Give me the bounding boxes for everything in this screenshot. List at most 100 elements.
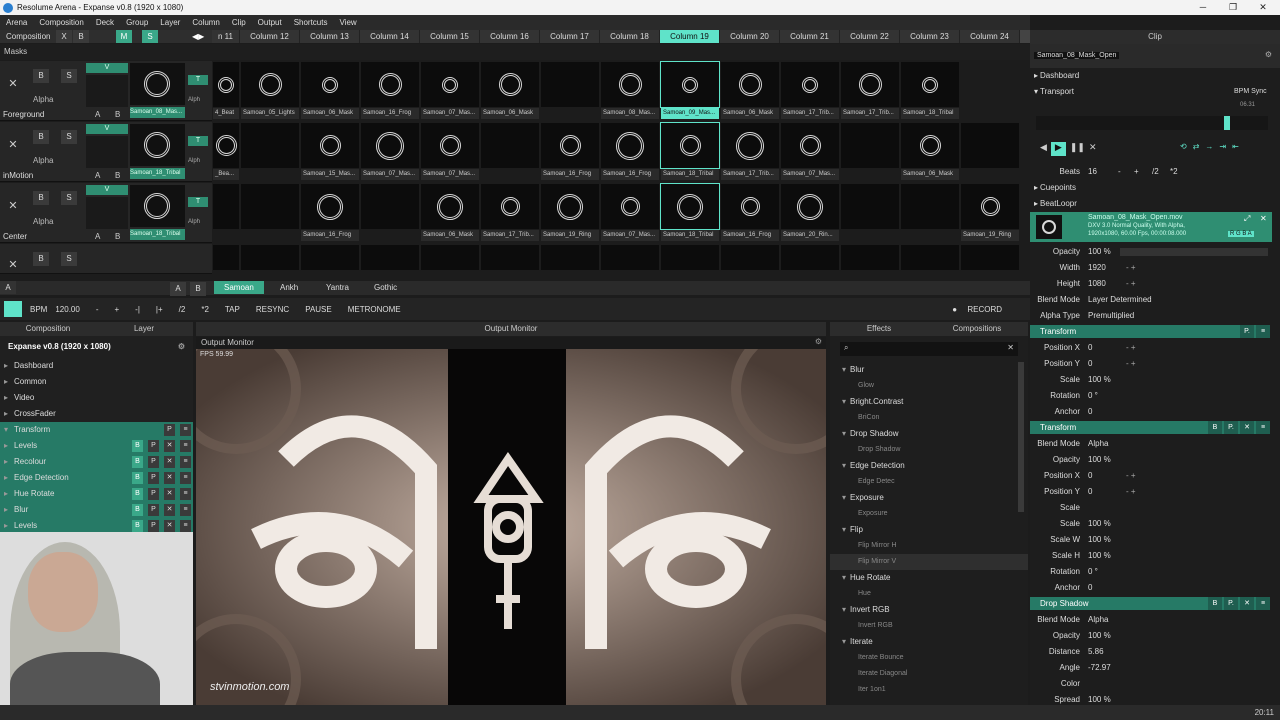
transform2-prop-value[interactable]: Alpha [1088, 436, 1108, 452]
clip-thumbnail[interactable] [901, 184, 959, 229]
layer-clear-button[interactable]: ✕ [4, 256, 22, 274]
layer-solo-button[interactable]: S [61, 69, 77, 83]
item-menu-icon[interactable]: ≡ [180, 456, 191, 468]
menu-view[interactable]: View [333, 18, 362, 27]
expand-arrow-icon[interactable]: ▸ [4, 406, 8, 422]
clip-thumbnail[interactable] [213, 245, 239, 270]
composition-clear-button[interactable]: X [56, 30, 72, 43]
clip-dashboard-row[interactable]: ▸ Dashboard [1030, 68, 1280, 84]
section-x-button[interactable]: ✕ [1240, 597, 1254, 610]
menu-arena[interactable]: Arena [0, 18, 33, 27]
layer-clear-button[interactable]: ✕ [4, 197, 22, 215]
column-header[interactable]: Column 20 [720, 30, 780, 43]
bpm-minus-button[interactable]: - [88, 305, 107, 314]
item-bypass-button[interactable]: B [132, 472, 143, 484]
deck-tab-ankh[interactable]: Ankh [270, 281, 308, 294]
effect-item[interactable]: Glow [830, 378, 1028, 394]
pause-icon[interactable]: ❚❚ [1070, 142, 1085, 156]
layer-opacity-fader[interactable] [86, 197, 128, 229]
item-preset-button[interactable]: P [148, 456, 159, 468]
item-remove-button[interactable]: ✕ [164, 488, 175, 500]
layer-b-button[interactable]: B [115, 110, 120, 119]
composition-item[interactable]: ▸ Video [0, 390, 193, 406]
clip-thumbnail[interactable] [241, 62, 299, 107]
clip-thumbnail[interactable] [421, 62, 479, 107]
composition-item[interactable]: ▸ Levels B P ✕ ≡ [0, 438, 193, 454]
bpm-half-button[interactable]: /2 [171, 305, 194, 314]
column-header[interactable]: Column 18 [600, 30, 660, 43]
layer-transition-toggle[interactable]: T [188, 197, 208, 207]
expand-arrow-icon[interactable]: ▸ [4, 438, 8, 454]
layer-a-button[interactable]: A [95, 232, 100, 241]
composition-item[interactable]: ▸ Dashboard [0, 358, 193, 374]
composition-item[interactable]: ▸ CrossFader [0, 406, 193, 422]
layer-name[interactable]: inMotion [3, 171, 33, 180]
layer-transition-toggle[interactable]: T [188, 136, 208, 146]
tab-composition[interactable]: Composition [0, 322, 96, 336]
column-header[interactable]: Column 12 [240, 30, 300, 43]
transform2-prop-value[interactable]: 100 % [1088, 532, 1111, 548]
layer-active-clip-thumbnail[interactable] [130, 63, 185, 105]
effect-item[interactable]: Iterate Bounce [830, 650, 1028, 666]
layer-transition-toggle[interactable]: T [188, 75, 208, 85]
bpm-double-button[interactable]: *2 [193, 305, 217, 314]
layer-bypass-button[interactable]: B [33, 69, 49, 83]
clip-thumbnail[interactable] [241, 184, 299, 229]
clip-thumbnail[interactable] [481, 245, 539, 270]
collapse-arrow-icon[interactable]: ▾ [842, 493, 846, 502]
clip-thumbnail[interactable] [481, 184, 539, 229]
clip-thumbnail[interactable] [421, 245, 479, 270]
transform2-prop-stepper[interactable]: - + [1126, 484, 1136, 500]
collapse-arrow-icon[interactable]: ▾ [842, 605, 846, 614]
menu-output[interactable]: Output [252, 18, 288, 27]
loop-icon[interactable]: ⟲ [1180, 142, 1187, 156]
collapse-arrow-icon[interactable]: ▾ [842, 365, 846, 374]
clip-thumbnail[interactable] [901, 123, 959, 168]
opacity-slider[interactable] [1120, 248, 1268, 256]
effects-scrollbar[interactable] [1018, 362, 1024, 512]
column-header[interactable]: Column 22 [840, 30, 900, 43]
clip-thumbnail[interactable] [361, 184, 419, 229]
effect-item[interactable]: Iter 1on1 [830, 682, 1028, 698]
effect-group[interactable]: ▾ Invert RGB [830, 602, 1028, 618]
effect-group[interactable]: ▾ Drop Shadow [830, 426, 1028, 442]
clip-thumbnail[interactable] [781, 184, 839, 229]
layer-clear-button[interactable]: ✕ [4, 136, 22, 154]
minimize-button[interactable]: ─ [1186, 0, 1220, 15]
play-reverse-icon[interactable]: ◀ [1040, 142, 1047, 156]
clip-thumbnail[interactable] [781, 123, 839, 168]
clip-thumbnail[interactable] [601, 123, 659, 168]
column-header[interactable]: Column 17 [540, 30, 600, 43]
clip-name-field[interactable]: Samoan_08_Mask_Open [1034, 52, 1120, 59]
crossfader-b-button[interactable]: B [190, 282, 206, 296]
effect-group[interactable]: ▾ Exposure [830, 490, 1028, 506]
section-b-button[interactable]: B [1208, 421, 1222, 434]
layer-active-clip-thumbnail[interactable] [130, 185, 185, 227]
effect-item[interactable]: Exposure [830, 506, 1028, 522]
expand-arrow-icon[interactable]: ▸ [4, 486, 8, 502]
nudge-minus-button[interactable]: -| [127, 305, 148, 314]
metronome-button[interactable]: METRONOME [340, 305, 409, 314]
expand-arrow-icon[interactable]: ▸ [4, 454, 8, 470]
transform2-prop-value[interactable]: 100 % [1088, 548, 1111, 564]
bpm-value[interactable]: 120.00 [55, 305, 87, 314]
hold-icon[interactable]: ⇤ [1232, 142, 1239, 156]
composition-item[interactable]: ▾ Transform P ≡ [0, 422, 193, 438]
transform-prop-stepper[interactable]: - + [1126, 356, 1136, 372]
effects-search-input[interactable] [856, 343, 996, 355]
layer-b-button[interactable]: B [115, 232, 120, 241]
clip-thumbnail[interactable] [361, 62, 419, 107]
clip-thumbnail[interactable] [781, 62, 839, 107]
clip-thumbnail[interactable] [241, 245, 299, 270]
beats-double-button[interactable]: *2 [1170, 164, 1178, 180]
transform-prop-value[interactable]: 0 [1088, 404, 1092, 420]
menu-group[interactable]: Group [120, 18, 154, 27]
column-header[interactable]: Column 21 [780, 30, 840, 43]
clip-thumbnail[interactable] [421, 184, 479, 229]
column-header[interactable]: Column 16 [480, 30, 540, 43]
item-menu-icon[interactable]: ≡ [180, 472, 191, 484]
item-menu-icon[interactable]: ≡ [180, 520, 191, 532]
clip-thumbnail[interactable] [421, 123, 479, 168]
random-icon[interactable]: ✕ [1089, 142, 1097, 156]
clear-after-icon[interactable]: ⇥ [1219, 142, 1226, 156]
